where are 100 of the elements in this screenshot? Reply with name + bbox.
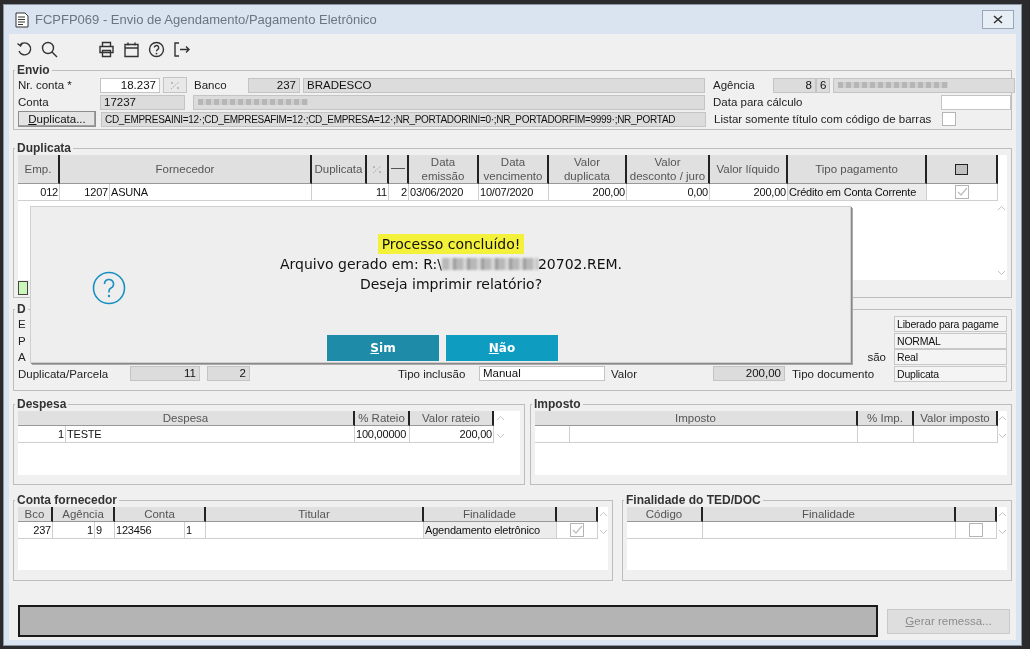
field-label: Nr. conta *	[18, 79, 73, 91]
percent-icon	[170, 80, 180, 90]
text-field[interactable]: 17237	[100, 94, 185, 110]
scroll-down-icon[interactable]	[495, 433, 505, 439]
column-header[interactable]	[389, 155, 409, 184]
field-label: Tipo documento	[792, 367, 876, 380]
text-field[interactable]: 6	[816, 77, 830, 93]
table-cell: 1	[18, 426, 66, 443]
column-header[interactable]: Imposto	[535, 411, 858, 426]
column-header[interactable]: Código	[627, 507, 703, 522]
text-field[interactable]: Duplicata	[894, 365, 1007, 382]
column-header[interactable]	[927, 155, 998, 184]
column-header[interactable]: % Rateio	[355, 411, 410, 426]
table-cell: ASUNA	[110, 184, 312, 201]
text-field[interactable]: BRADESCO	[303, 77, 705, 93]
text-field[interactable]: NORMAL	[894, 332, 1007, 349]
section-title: Duplicata	[16, 142, 72, 155]
column-header[interactable]: Fornecedor	[60, 155, 312, 184]
column-header[interactable]	[956, 507, 997, 522]
print-icon[interactable]	[97, 40, 115, 58]
table-cell: 1207	[60, 184, 110, 201]
duplicata-button[interactable]: Duplicata...	[18, 111, 96, 127]
dialog-button[interactable]: Não	[446, 335, 558, 361]
filter-field[interactable]: CD_EMPRESAINI=12·;CD_EMPRESAFIM=12·;CD_EMPRESA=12·;NR_PORTADORINI=0·;NR_PORTADORFIM=9999·;NR_PORTAD	[101, 111, 706, 127]
column-header[interactable]: Data emissão	[409, 155, 479, 184]
checkbox[interactable]	[969, 523, 983, 537]
scroll-up-icon[interactable]	[997, 511, 1007, 517]
text-field[interactable]: 237	[248, 77, 300, 93]
scroll-up-icon[interactable]	[598, 511, 608, 517]
column-header[interactable]: Finalidade	[424, 507, 557, 522]
exit-icon[interactable]	[172, 40, 190, 58]
column-header[interactable]: Valor líquido	[710, 155, 788, 184]
text-field[interactable]: Manual	[479, 366, 605, 382]
field-label: A	[18, 351, 27, 364]
square-icon[interactable]	[955, 163, 968, 175]
text-field[interactable]: 8	[773, 77, 816, 93]
column-header[interactable]: Conta	[115, 507, 206, 522]
table-cell: 10/07/2020	[479, 184, 549, 201]
scroll-up-icon[interactable]	[495, 415, 505, 421]
window-title: FCPFP069 - Envio de Agendamento/Pagamento Eletrônico	[35, 12, 377, 27]
scroll-down-icon[interactable]	[998, 433, 1007, 439]
table-cell: 237	[18, 522, 53, 539]
column-header[interactable]	[367, 155, 389, 184]
column-header[interactable]	[557, 507, 598, 522]
column-header[interactable]: Finalidade	[703, 507, 956, 522]
text-field[interactable]: Real	[894, 349, 1007, 366]
text-field[interactable]: 200,00	[713, 366, 785, 382]
checkbox[interactable]	[570, 523, 584, 537]
column-header[interactable]: Valor imposto	[914, 411, 998, 426]
dialog-headline: Processo concluído!	[377, 234, 525, 254]
question-icon	[92, 271, 126, 305]
field-label: Data para cálculo	[713, 96, 804, 108]
column-header[interactable]: Agência	[53, 507, 115, 522]
table-cell: 200,00	[410, 426, 494, 443]
close-button[interactable]	[982, 10, 1014, 29]
table-cell: 1	[185, 522, 206, 539]
table-cell	[535, 426, 570, 443]
field-label: Duplicata/Parcela	[18, 367, 110, 380]
help-icon[interactable]	[147, 40, 165, 58]
scroll-down-icon[interactable]	[598, 529, 608, 535]
dash-icon	[391, 168, 405, 170]
account-field[interactable]: 18.237	[100, 77, 160, 93]
section-title: Despesa	[16, 398, 68, 411]
field-label: Banco	[194, 79, 228, 91]
text-field[interactable]: 11	[130, 366, 200, 382]
calendar-icon[interactable]	[122, 40, 140, 58]
column-header[interactable]: % Imp.	[858, 411, 914, 426]
table-cell: 0,00	[627, 184, 710, 201]
column-header[interactable]: Valor duplicata	[549, 155, 627, 184]
section-title: Finalidade do TED/DOC	[625, 494, 762, 507]
column-header[interactable]: Data vencimento	[479, 155, 549, 184]
column-header[interactable]: Valor desconto / juro	[627, 155, 710, 184]
column-header[interactable]: Despesa	[18, 411, 355, 426]
color-swatch	[18, 281, 28, 295]
section-title: Imposto	[533, 398, 582, 411]
column-header[interactable]: Titular	[206, 507, 424, 522]
close-icon	[993, 15, 1003, 24]
table-cell: Agendamento eletrônico	[424, 522, 557, 539]
date-field[interactable]	[941, 94, 1011, 110]
text-field[interactable]: Liberado para pagame	[894, 316, 1007, 333]
lookup-button[interactable]	[163, 77, 187, 93]
undo-icon[interactable]	[15, 40, 33, 58]
column-header[interactable]: Bco	[18, 507, 53, 522]
search-icon[interactable]	[40, 40, 58, 58]
table-cell: TESTE	[66, 426, 355, 443]
scroll-up-icon[interactable]	[996, 205, 1006, 211]
column-header[interactable]: Duplicata	[312, 155, 367, 184]
text-field[interactable]: 2	[207, 366, 250, 382]
table-cell: 03/06/2020	[409, 184, 479, 201]
scroll-up-icon[interactable]	[998, 415, 1007, 421]
checkbox[interactable]	[955, 185, 969, 199]
dialog-button[interactable]: Sim	[327, 335, 439, 361]
column-header[interactable]: Emp.	[18, 155, 60, 184]
scroll-down-icon[interactable]	[996, 270, 1006, 276]
scroll-down-icon[interactable]	[997, 529, 1007, 535]
field-label: P	[18, 334, 27, 347]
checkbox[interactable]	[942, 112, 956, 126]
column-header[interactable]: Valor rateio	[410, 411, 494, 426]
column-header[interactable]: Tipo pagamento	[788, 155, 927, 184]
section-title: Envio	[16, 64, 51, 77]
